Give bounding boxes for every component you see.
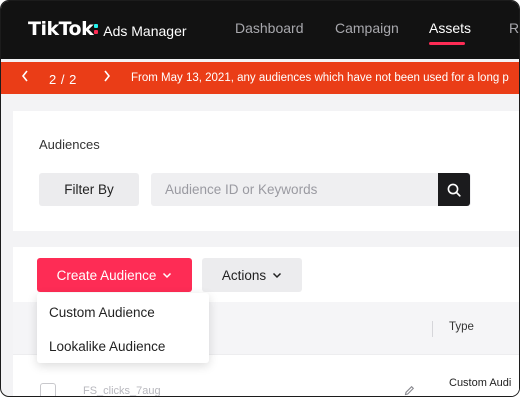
nav-item-campaign[interactable]: Campaign bbox=[335, 20, 399, 36]
actions-button[interactable]: Actions bbox=[202, 258, 302, 292]
announcement-banner: 2 / 2 From May 13, 2021, any audiences w… bbox=[1, 62, 519, 94]
banner-message: From May 13, 2021, any audiences which h… bbox=[131, 72, 509, 84]
nav-item-dashboard[interactable]: Dashboard bbox=[235, 20, 304, 36]
nav-item-assets[interactable]: Assets bbox=[429, 20, 471, 36]
filter-by-button[interactable]: Filter By bbox=[39, 173, 139, 206]
logo-dot-icon bbox=[94, 24, 99, 34]
app-window: TikTok Ads Manager Dashboard Campaign As… bbox=[0, 0, 520, 397]
chevron-down-icon bbox=[273, 272, 282, 278]
product-name: Ads Manager bbox=[103, 22, 187, 39]
nav-active-indicator bbox=[429, 42, 465, 45]
column-header-type[interactable]: Type bbox=[449, 321, 474, 333]
column-divider[interactable] bbox=[432, 321, 433, 337]
create-audience-menu: Custom Audience Lookalike Audience bbox=[37, 293, 209, 363]
create-audience-label: Create Audience bbox=[56, 267, 157, 283]
actions-label: Actions bbox=[221, 267, 267, 283]
logo[interactable]: TikTok Ads Manager bbox=[28, 18, 187, 40]
audience-type: Custom Audi bbox=[449, 377, 512, 389]
menu-item-lookalike-audience[interactable]: Lookalike Audience bbox=[49, 339, 165, 354]
section-title: Audiences bbox=[39, 137, 100, 152]
row-checkbox[interactable] bbox=[40, 383, 56, 396]
top-nav: TikTok Ads Manager Dashboard Campaign As… bbox=[1, 1, 519, 59]
chevron-right-icon[interactable] bbox=[103, 70, 111, 85]
audience-name[interactable]: FS_clicks_7aug bbox=[83, 385, 161, 396]
nav-item-reporting[interactable]: Re bbox=[509, 20, 519, 36]
banner-pager: 2 / 2 bbox=[49, 72, 77, 87]
menu-item-custom-audience[interactable]: Custom Audience bbox=[49, 305, 155, 320]
logo-wordmark: TikTok bbox=[28, 18, 94, 40]
search-icon bbox=[447, 183, 461, 197]
create-audience-button[interactable]: Create Audience bbox=[37, 258, 192, 292]
filter-card: Audiences Filter By bbox=[13, 111, 519, 231]
chevron-left-icon[interactable] bbox=[21, 70, 29, 85]
pencil-icon[interactable] bbox=[404, 383, 415, 396]
chevron-down-icon bbox=[163, 272, 172, 278]
search-input[interactable] bbox=[151, 173, 471, 206]
search-button[interactable] bbox=[438, 173, 470, 206]
